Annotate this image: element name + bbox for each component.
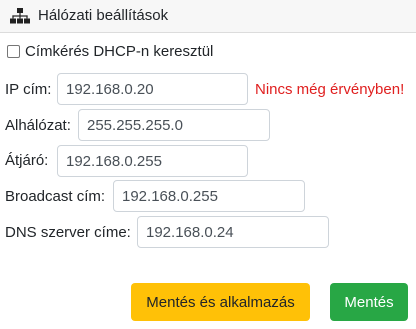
save-button[interactable]: Mentés	[330, 283, 408, 321]
subnet-label: Alhálózat:	[5, 117, 71, 134]
ip-label: IP cím:	[5, 81, 52, 98]
dns-input[interactable]	[137, 216, 329, 248]
broadcast-label: Broadcast cím:	[5, 188, 106, 205]
gateway-input[interactable]	[57, 145, 248, 177]
warning-text: Nincs még érvényben!	[255, 81, 405, 98]
dhcp-checkbox[interactable]	[7, 45, 20, 58]
subnet-input[interactable]	[78, 109, 270, 141]
gateway-label: Átjáró:	[5, 152, 49, 169]
network-icon	[10, 8, 30, 24]
save-and-apply-button[interactable]: Mentés és alkalmazás	[131, 283, 310, 321]
ip-input[interactable]	[57, 73, 248, 105]
panel-title: Hálózati beállítások	[38, 7, 169, 24]
dhcp-label: Címkérés DHCP-n keresztül	[25, 43, 214, 60]
panel-header: Hálózati beállítások	[0, 0, 416, 33]
broadcast-input[interactable]	[113, 180, 305, 212]
dns-label: DNS szerver címe:	[5, 224, 131, 241]
